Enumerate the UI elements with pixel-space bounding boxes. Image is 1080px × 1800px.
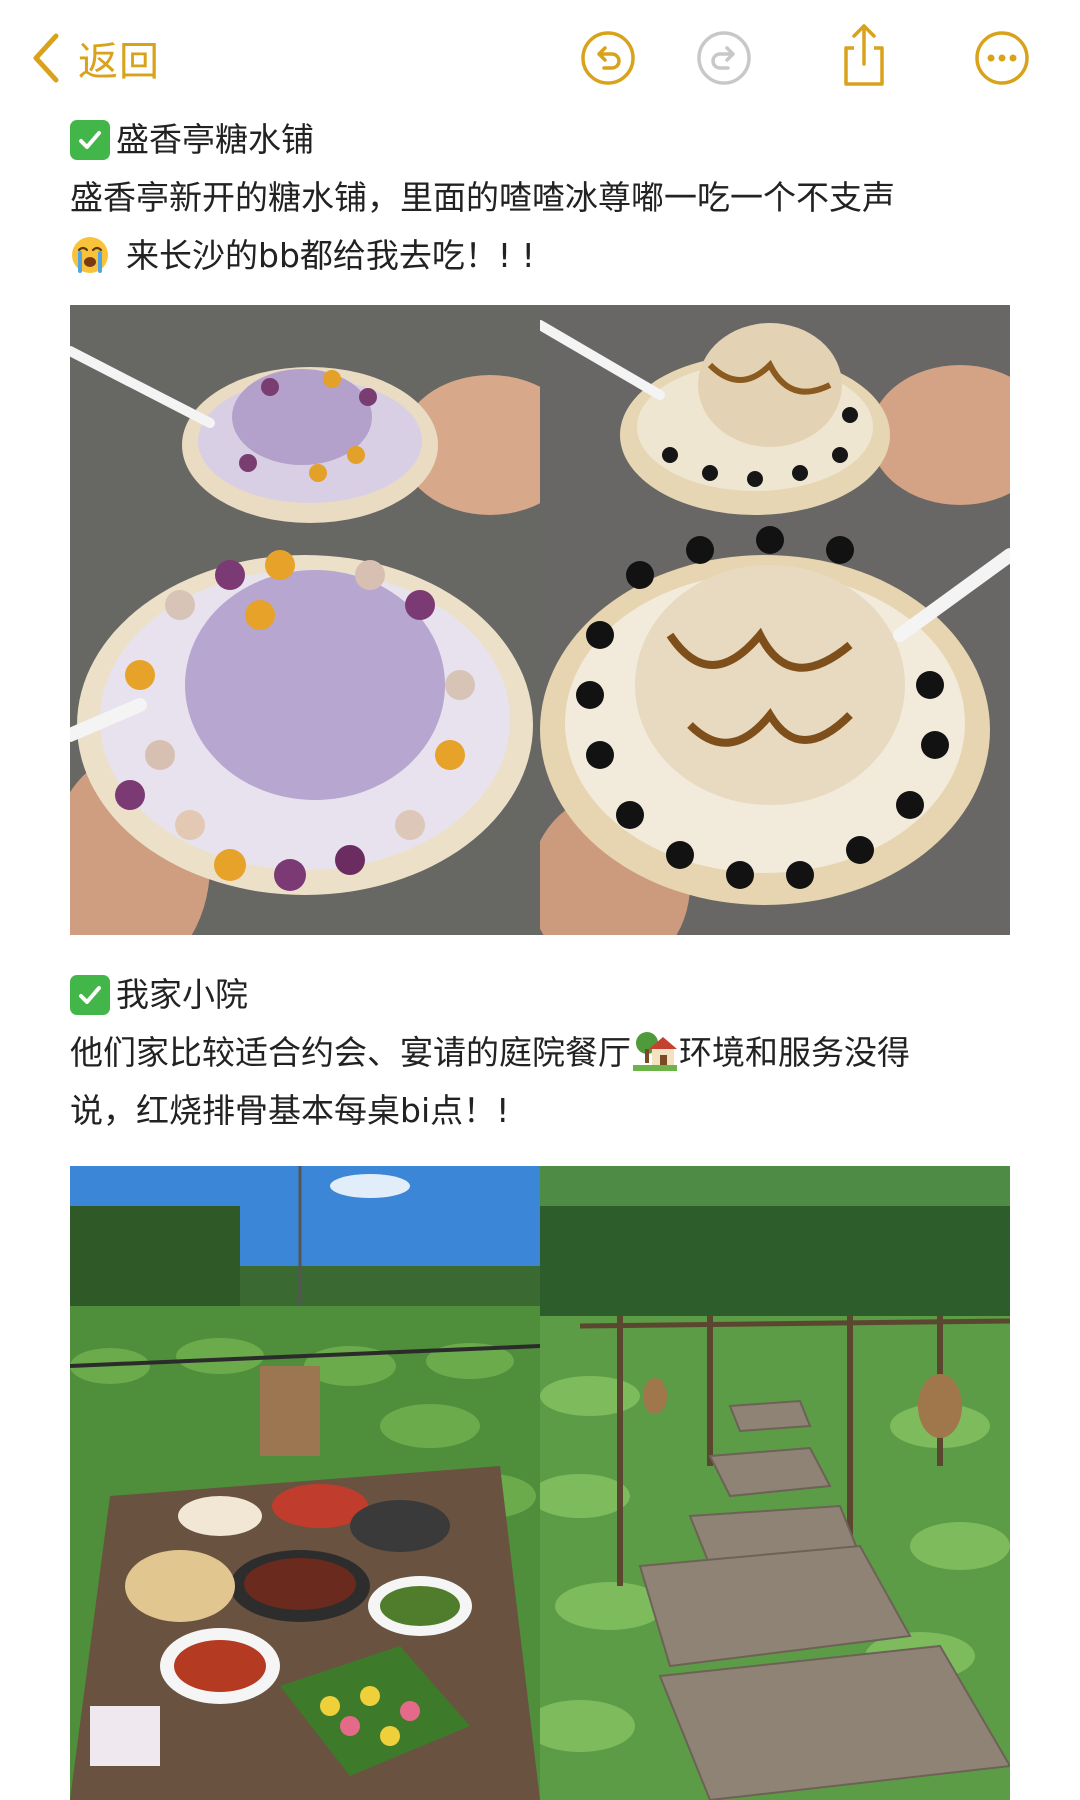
- redo-button[interactable]: [694, 28, 754, 88]
- section2-body-line2: 说，红烧排骨基本每桌bi点！!: [70, 1091, 510, 1130]
- photo-lotus-pond-boardwalk[interactable]: [540, 1166, 1010, 1800]
- section2-body-line1: 他们家比较适合约会、宴请的庭院餐厅 环境和服务没得: [70, 1024, 1030, 1082]
- section1-title: 盛香亭糖水铺: [116, 120, 314, 159]
- section2-title: 我家小院: [116, 975, 248, 1014]
- section1-heading: 盛香亭糖水铺: [70, 111, 1030, 169]
- section2-line1-part-a: 他们家比较适合约会、宴请的庭院餐厅: [70, 1033, 631, 1072]
- check-mark-emoji: [70, 120, 110, 160]
- back-button[interactable]: 返回: [28, 26, 160, 90]
- more-icon: [975, 31, 1029, 85]
- loudly-crying-face-emoji: [72, 237, 108, 273]
- section1-body-line2: 来长沙的bb都给我去吃！! !: [70, 227, 1030, 285]
- section2-line1-part-b: 环境和服务没得: [679, 1033, 910, 1072]
- chevron-left-icon: [33, 33, 59, 83]
- back-label: 返回: [78, 39, 160, 85]
- undo-icon: [581, 31, 635, 85]
- photo-courtyard-dining-table[interactable]: [70, 1166, 540, 1800]
- section1-body-line1: 盛香亭新开的糖水铺，里面的喳喳冰尊嘟一吃一个不支声: [70, 178, 895, 217]
- note-page: 返回 盛香亭糖水铺 盛香亭新开的糖水铺，里面的喳喳冰尊嘟一吃一个不支声 来长沙的…: [0, 0, 1080, 1800]
- section2-heading: 我家小院: [70, 966, 1030, 1024]
- house-with-garden-emoji: [633, 1032, 677, 1071]
- share-button[interactable]: [834, 22, 894, 88]
- top-toolbar: 返回: [0, 0, 1080, 116]
- redo-icon: [697, 31, 751, 85]
- section1-line2-text: 来长沙的bb都给我去吃！! !: [126, 236, 535, 275]
- photo-brown-sugar-shaved-ice[interactable]: [540, 305, 1010, 935]
- undo-button[interactable]: [578, 28, 638, 88]
- check-mark-emoji: [70, 975, 110, 1015]
- share-icon: [844, 24, 884, 86]
- photo-taro-shaved-ice[interactable]: [70, 305, 540, 935]
- more-button[interactable]: [972, 28, 1032, 88]
